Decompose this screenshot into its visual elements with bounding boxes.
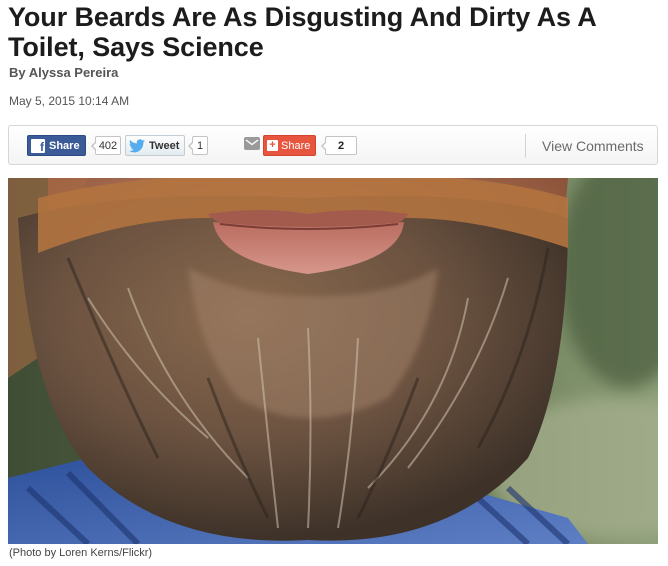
facebook-share-label: Share bbox=[49, 139, 80, 152]
twitter-tweet-button[interactable]: Tweet bbox=[125, 135, 185, 156]
share-bar: f Share 402 Tweet 1 + Share 2 View Comme… bbox=[8, 125, 658, 165]
article-headline: Your Beards Are As Disgusting And Dirty … bbox=[8, 2, 596, 62]
twitter-bird-icon bbox=[129, 138, 145, 152]
generic-share-label: Share bbox=[281, 139, 311, 152]
facebook-share-button[interactable]: f Share bbox=[27, 135, 86, 156]
facebook-icon: f bbox=[31, 138, 45, 153]
generic-share-button[interactable]: + Share bbox=[263, 135, 316, 156]
envelope-icon[interactable] bbox=[244, 137, 260, 150]
author-byline[interactable]: By Alyssa Pereira bbox=[9, 65, 118, 80]
generic-share-count: 2 bbox=[321, 136, 357, 155]
twitter-tweet-count: 1 bbox=[188, 136, 208, 155]
view-comments-link[interactable]: View Comments bbox=[542, 138, 644, 154]
twitter-tweet-label: Tweet bbox=[149, 139, 180, 152]
share-bar-divider bbox=[525, 134, 526, 158]
plus-icon: + bbox=[267, 140, 278, 151]
publish-date: May 5, 2015 10:14 AM bbox=[9, 94, 130, 108]
facebook-share-count: 402 bbox=[91, 136, 121, 155]
photo-caption: (Photo by Loren Kerns/Flickr) bbox=[9, 547, 153, 559]
beard-photo-illustration bbox=[8, 178, 658, 544]
article-photo bbox=[8, 178, 658, 544]
